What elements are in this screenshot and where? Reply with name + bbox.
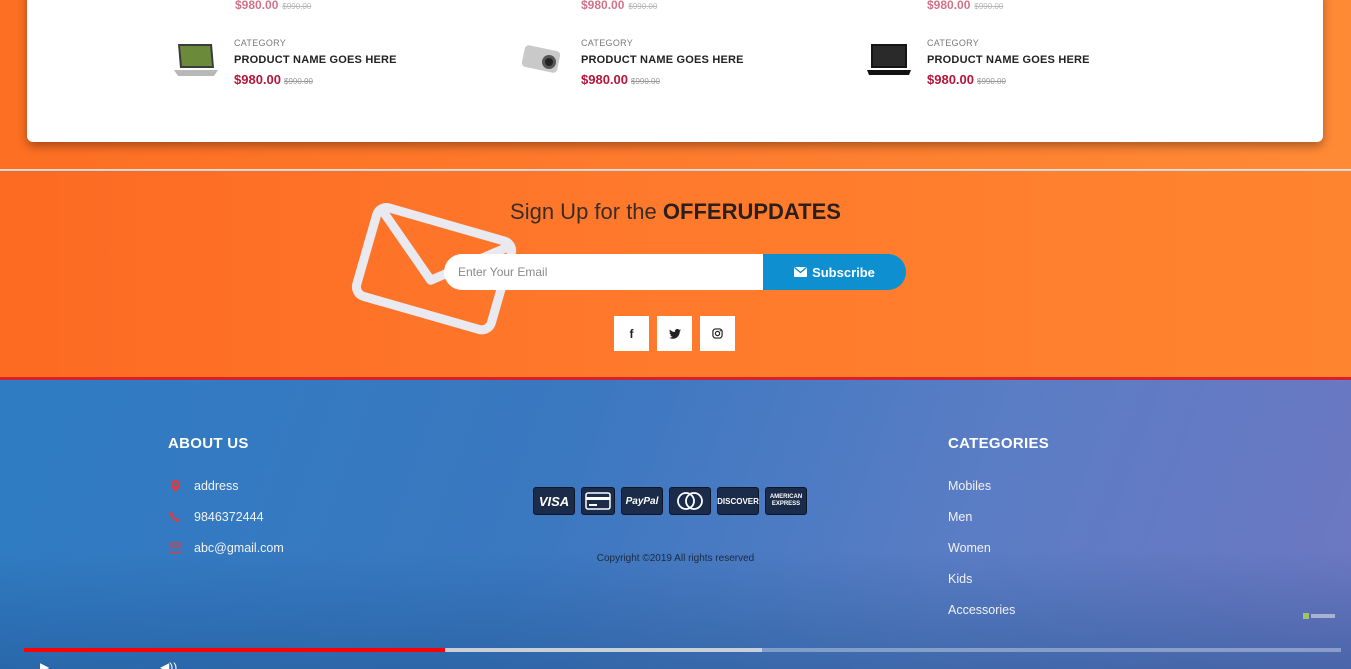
credit-card-icon <box>581 487 615 515</box>
camera-icon <box>521 45 561 73</box>
about-address: address <box>168 479 238 493</box>
product-category: CATEGORY <box>234 38 287 48</box>
envelope-icon <box>794 267 808 277</box>
product-old-price: $990.00 <box>631 77 660 86</box>
paypal-card-icon: PayPal <box>621 487 663 515</box>
instagram-button[interactable] <box>700 316 735 351</box>
product-price: $980.00 $990.00 <box>581 72 660 87</box>
product-name[interactable]: PRODUCT NAME GOES HERE <box>581 54 821 66</box>
twitter-icon <box>668 328 681 339</box>
product-category: CATEGORY <box>581 38 634 48</box>
email-input[interactable] <box>444 254 766 290</box>
category-link-kids[interactable]: Kids <box>948 572 972 586</box>
category-link-mobiles[interactable]: Mobiles <box>948 479 991 493</box>
newsletter-section: Sign Up for the OFFERUPDATES Subscribe f <box>0 171 1351 379</box>
laptop-icon <box>174 44 218 76</box>
footer: ABOUT US address 9846372444 abc@gmail.co… <box>0 380 1351 669</box>
product-old-price: $990.00 <box>284 77 313 86</box>
phone-icon <box>168 510 182 524</box>
product-price: $980.00 $990.00 <box>234 72 313 87</box>
copyright-text: Copyright ©2019 All rights reserved <box>596 553 755 564</box>
mastercard-icon <box>669 487 711 515</box>
product-section: $980.00 $990.00 $980.00 $990.00 $980.00 $99… <box>0 0 1351 170</box>
video-played-bar <box>24 648 446 652</box>
ghost-price: $980.00 $990.00 <box>235 0 312 12</box>
product-old-price: $990.00 <box>977 77 1006 86</box>
channel-watermark-icon <box>1303 613 1335 619</box>
about-heading: ABOUT US <box>168 435 249 452</box>
product-card: $980.00 $990.00 $980.00 $990.00 $980.00 $99… <box>27 0 1323 142</box>
payment-cards: VISA PayPal DISCOVER AMERICAN EXPRESS <box>533 487 807 515</box>
product-category: CATEGORY <box>927 38 980 48</box>
about-phone[interactable]: 9846372444 <box>168 510 264 524</box>
categories-heading: CATEGORIES <box>948 435 1050 452</box>
volume-icon[interactable]: ◀)) <box>160 660 177 669</box>
subscribe-label: Subscribe <box>812 264 875 280</box>
newsletter-title: Sign Up for the OFFERUPDATES <box>510 199 841 224</box>
video-progress-bar[interactable] <box>24 648 1341 652</box>
ghost-price: $980.00 $990.00 <box>927 0 1004 12</box>
instagram-icon <box>712 328 723 339</box>
newsletter-form: Subscribe <box>444 254 906 290</box>
facebook-button[interactable]: f <box>614 316 649 351</box>
category-link-accessories[interactable]: Accessories <box>948 603 1015 617</box>
subscribe-button[interactable]: Subscribe <box>763 254 906 290</box>
facebook-icon: f <box>629 326 634 341</box>
product-name[interactable]: PRODUCT NAME GOES HERE <box>927 54 1167 66</box>
amex-card-icon: AMERICAN EXPRESS <box>765 487 807 515</box>
product-price: $980.00 $990.00 <box>927 72 1006 87</box>
visa-card-icon: VISA <box>533 487 575 515</box>
ghost-price: $980.00 $990.00 <box>581 0 658 12</box>
category-link-women[interactable]: Women <box>948 541 991 555</box>
discover-card-icon: DISCOVER <box>717 487 759 515</box>
product-name[interactable]: PRODUCT NAME GOES HERE <box>234 54 474 66</box>
location-pin-icon <box>168 479 182 493</box>
play-icon[interactable]: ▶ <box>40 660 49 669</box>
laptop-icon <box>867 44 911 75</box>
category-link-men[interactable]: Men <box>948 510 972 524</box>
twitter-button[interactable] <box>657 316 692 351</box>
